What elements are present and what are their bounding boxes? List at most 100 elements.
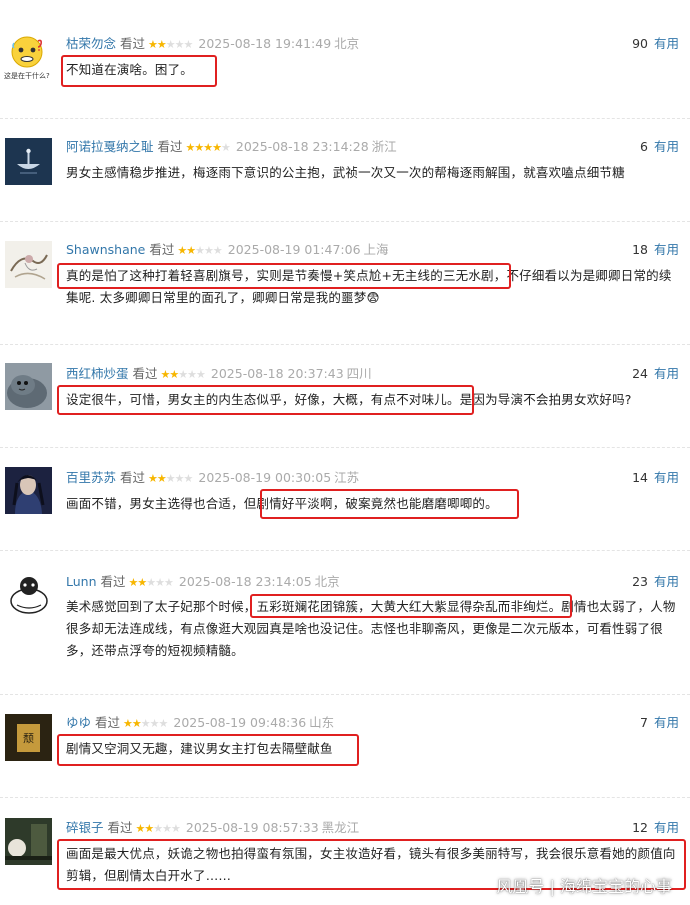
- avatar[interactable]: [5, 467, 52, 514]
- review-time: 2025-08-19 09:48:36: [173, 715, 307, 730]
- avatar[interactable]: [5, 363, 52, 410]
- star-empty-icon: ★: [158, 717, 169, 730]
- star-filled-icon: ★: [137, 576, 147, 589]
- star-empty-icon: ★: [212, 244, 223, 257]
- review-location: 江苏: [334, 470, 360, 485]
- username-link[interactable]: ゆゆ: [66, 715, 91, 730]
- star-empty-icon: ★: [165, 472, 176, 485]
- avatar[interactable]: 颓: [5, 714, 52, 761]
- star-empty-icon: ★: [174, 472, 185, 485]
- useful-button[interactable]: 有用: [654, 574, 679, 589]
- username-link[interactable]: Shawnshane: [66, 242, 145, 257]
- username-link[interactable]: 枯荣勿念: [66, 36, 116, 51]
- review-location: 北京: [334, 36, 360, 51]
- useful-button[interactable]: 有用: [654, 366, 679, 381]
- rating-stars: ★★★★★: [161, 366, 206, 384]
- review-time: 2025-08-19 01:47:06: [227, 242, 361, 257]
- review-text: 男女主感情稳步推进，梅逐雨下意识的公主抱，武祯一次又一次的帮梅逐雨解围，就喜欢嗑…: [66, 165, 625, 180]
- review-location: 山东: [309, 715, 335, 730]
- divider: [0, 797, 690, 799]
- divider: [0, 221, 690, 223]
- star-filled-icon: ★: [156, 38, 167, 51]
- useful-count: 18: [632, 242, 648, 257]
- useful-count: 12: [632, 820, 648, 835]
- vote-area: 14 有用: [632, 469, 679, 487]
- useful-button[interactable]: 有用: [654, 715, 679, 730]
- review-meta: 西红柿炒蛋 看过 ★★★★★ 2025-08-18 20:37:43 四川: [66, 365, 372, 383]
- star-filled-icon: ★: [144, 822, 154, 835]
- watched-label: 看过: [157, 139, 183, 154]
- star-empty-icon: ★: [140, 717, 151, 730]
- star-empty-icon: ★: [155, 576, 165, 589]
- watched-label: 看过: [149, 242, 175, 257]
- useful-count: 24: [632, 366, 648, 381]
- review-meta: 百里苏苏 看过 ★★★★★ 2025-08-19 00:30:05 江苏: [66, 469, 359, 487]
- highlight-box: [57, 263, 511, 289]
- watched-label: 看过: [120, 36, 146, 51]
- review-meta: 阿诺拉戛纳之耻 看过 ★★★★★ 2025-08-18 23:14:28 浙江: [66, 138, 397, 156]
- divider: [0, 550, 690, 552]
- star-empty-icon: ★: [221, 141, 231, 154]
- useful-button[interactable]: 有用: [654, 470, 679, 485]
- star-filled-icon: ★: [203, 141, 213, 154]
- review-time: 2025-08-19 00:30:05: [198, 470, 332, 485]
- useful-count: 6: [640, 139, 648, 154]
- useful-count: 14: [632, 470, 648, 485]
- highlight-box: [260, 489, 519, 519]
- username-link[interactable]: 碎银子: [66, 820, 104, 835]
- rating-stars: ★★★★★: [129, 574, 174, 592]
- useful-count: 7: [640, 715, 648, 730]
- rating-stars: ★★★★★: [136, 820, 181, 838]
- star-empty-icon: ★: [183, 38, 194, 51]
- star-empty-icon: ★: [162, 822, 172, 835]
- username-link[interactable]: 西红柿炒蛋: [66, 366, 129, 381]
- highlight-box: [57, 734, 359, 766]
- useful-button[interactable]: 有用: [654, 242, 679, 257]
- watched-label: 看过: [100, 574, 126, 589]
- watched-label: 看过: [95, 715, 121, 730]
- star-empty-icon: ★: [174, 38, 185, 51]
- review-meta: ゆゆ 看过 ★★★★★ 2025-08-19 09:48:36 山东: [66, 714, 334, 732]
- highlight-box: [61, 55, 217, 87]
- star-empty-icon: ★: [153, 822, 163, 835]
- avatar[interactable]: [5, 571, 52, 618]
- star-filled-icon: ★: [212, 141, 222, 154]
- star-empty-icon: ★: [204, 244, 214, 257]
- star-filled-icon: ★: [177, 244, 187, 257]
- divider: [0, 694, 690, 696]
- rating-stars: ★★★★★: [148, 36, 194, 54]
- useful-count: 23: [632, 574, 648, 589]
- avatar[interactable]: [5, 138, 52, 185]
- rating-stars: ★★★★★: [177, 242, 223, 260]
- star-empty-icon: ★: [195, 244, 205, 257]
- watermark: 风凰号 | 海绵宝宝的心事: [496, 877, 672, 896]
- rating-stars: ★★★★★: [148, 470, 193, 488]
- useful-button[interactable]: 有用: [654, 820, 679, 835]
- star-filled-icon: ★: [123, 717, 133, 730]
- avatar[interactable]: [5, 818, 52, 865]
- rating-stars: ★★★★★: [186, 139, 231, 157]
- star-empty-icon: ★: [146, 576, 156, 589]
- avatar-caption: 颓: [23, 732, 34, 745]
- review-meta: Lunn 看过 ★★★★★ 2025-08-18 23:14:05 北京: [66, 573, 340, 591]
- star-empty-icon: ★: [196, 368, 206, 381]
- rating-stars: ★★★★★: [123, 715, 169, 733]
- divider: [0, 447, 690, 449]
- username-link[interactable]: Lunn: [66, 574, 97, 589]
- star-empty-icon: ★: [187, 368, 197, 381]
- watched-label: 看过: [132, 366, 158, 381]
- vote-area: 12 有用: [632, 819, 679, 837]
- star-empty-icon: ★: [165, 38, 176, 51]
- star-filled-icon: ★: [194, 141, 204, 154]
- vote-area: 6 有用: [640, 138, 679, 156]
- review-meta: 碎银子 看过 ★★★★★ 2025-08-19 08:57:33 黑龙江: [66, 819, 359, 837]
- review-location: 黑龙江: [321, 820, 360, 835]
- useful-button[interactable]: 有用: [654, 36, 679, 51]
- watched-label: 看过: [120, 470, 146, 485]
- vote-area: 18 有用: [632, 241, 679, 259]
- username-link[interactable]: 阿诺拉戛纳之耻: [66, 139, 154, 154]
- review-time: 2025-08-18 23:14:28: [235, 139, 369, 154]
- avatar[interactable]: [5, 241, 52, 288]
- username-link[interactable]: 百里苏苏: [66, 470, 116, 485]
- useful-button[interactable]: 有用: [654, 139, 679, 154]
